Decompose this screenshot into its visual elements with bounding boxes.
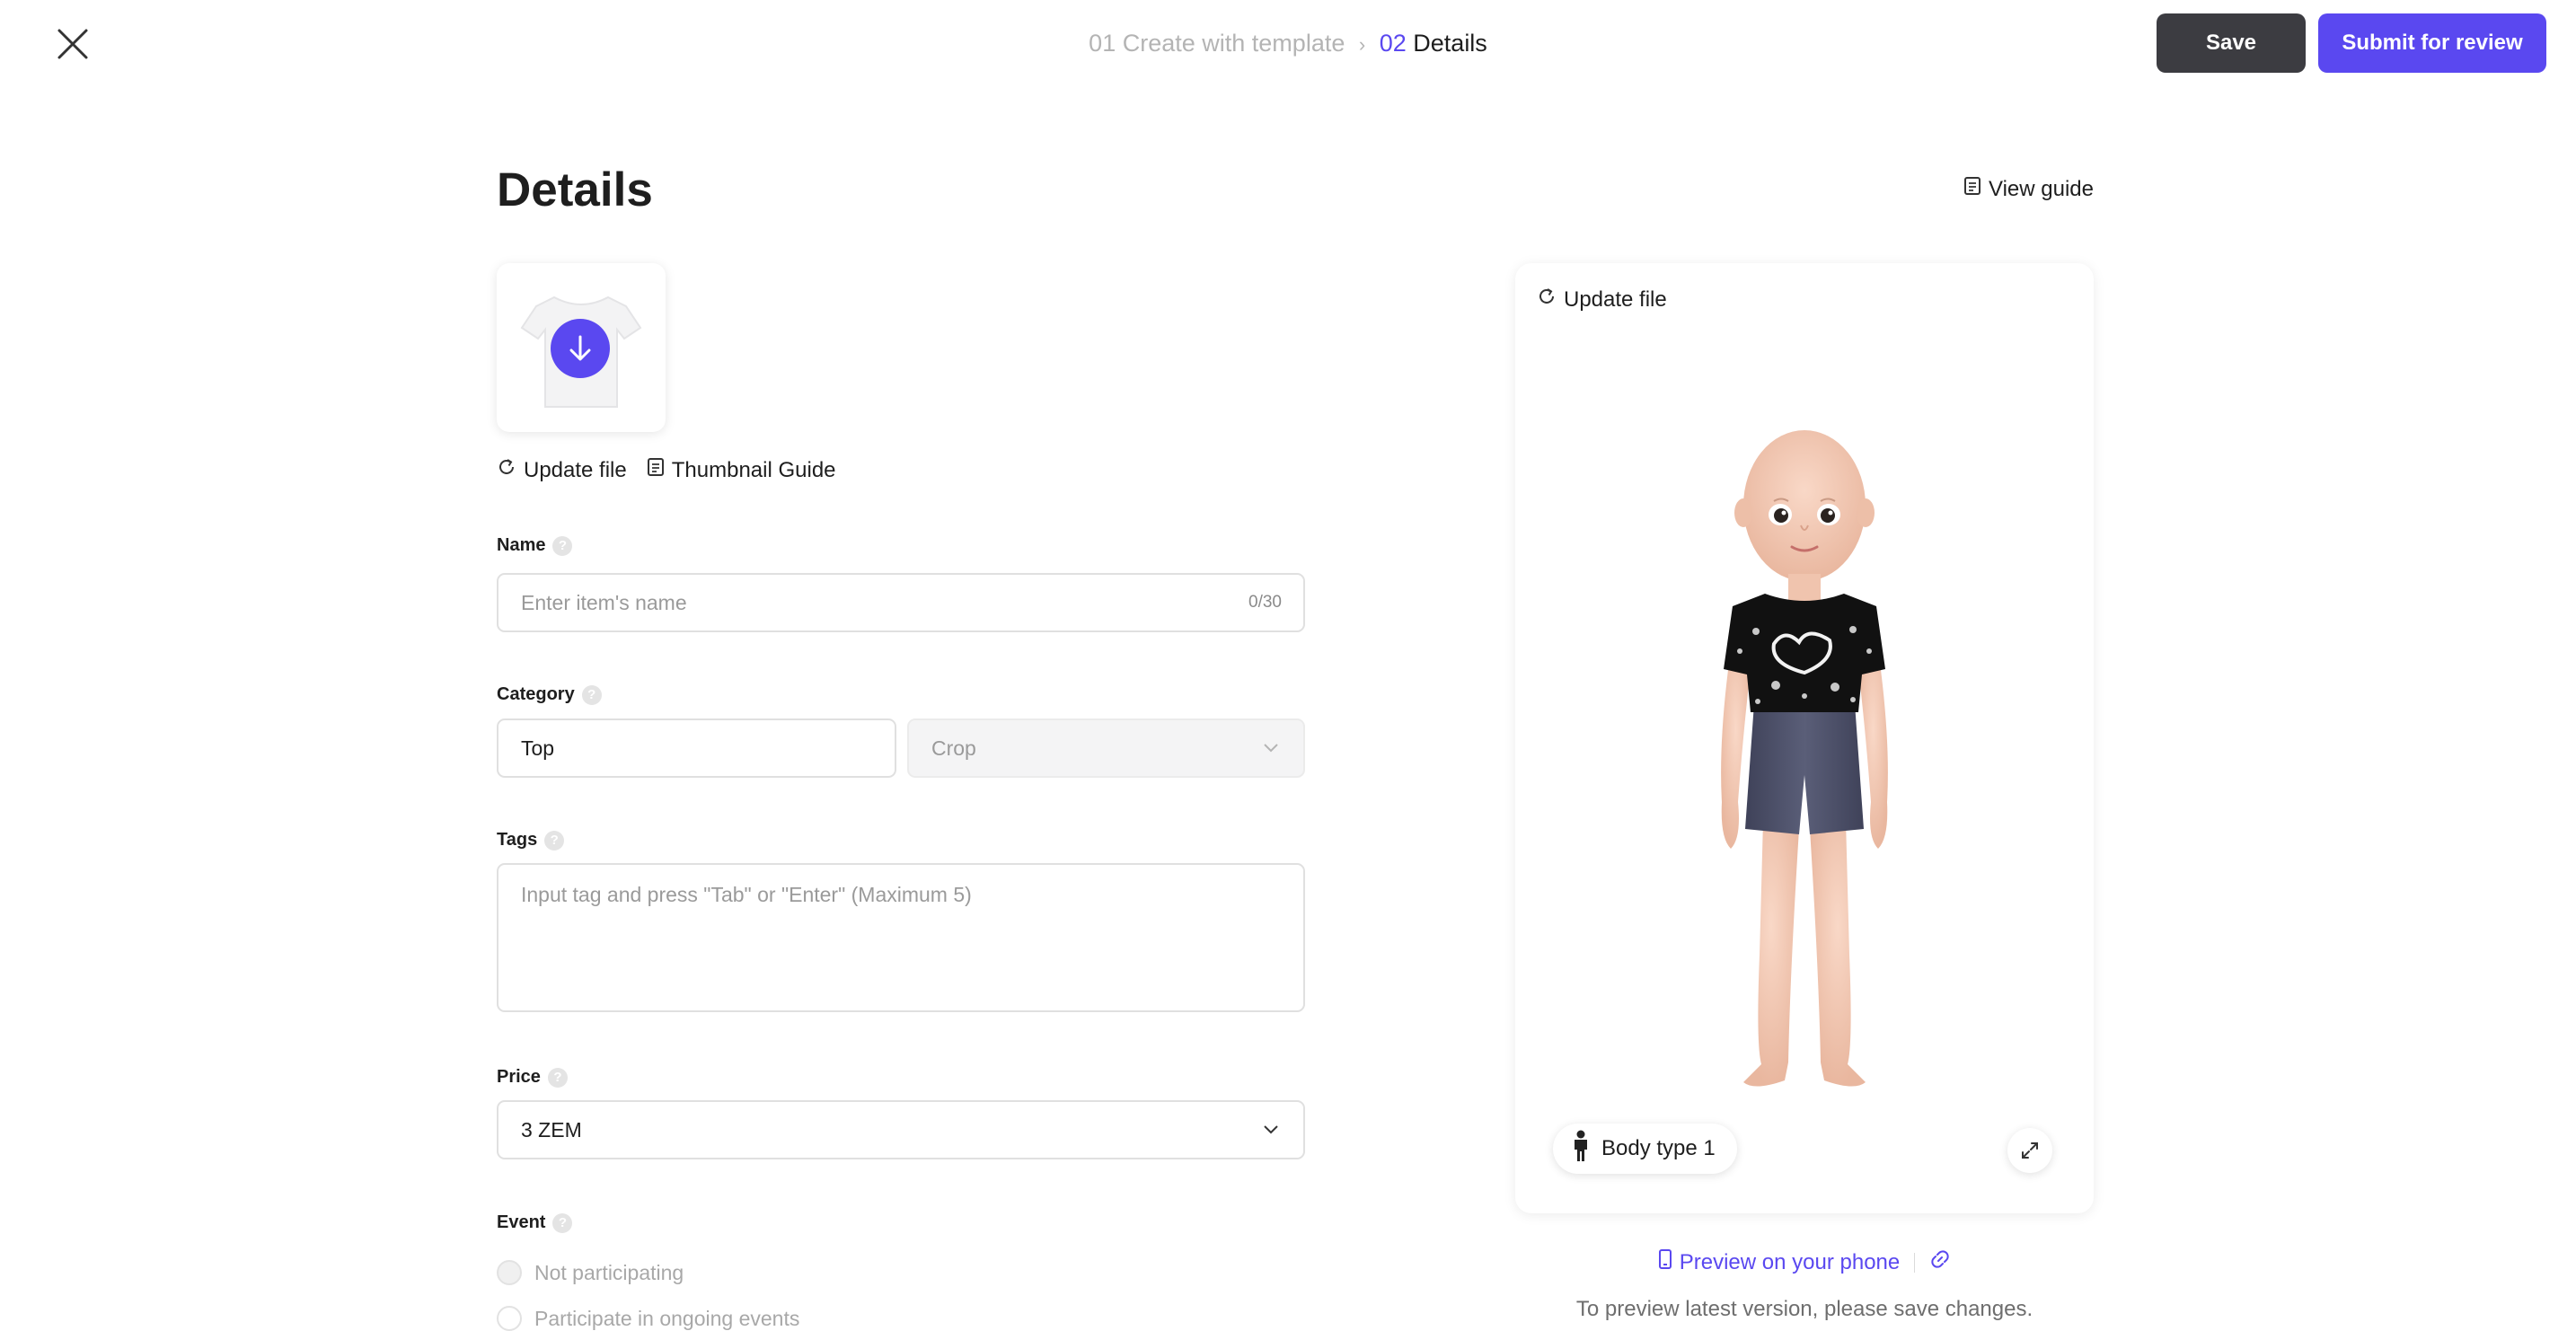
event-option-not-participating[interactable]: Not participating bbox=[497, 1260, 684, 1285]
submit-for-review-button[interactable]: Submit for review bbox=[2318, 13, 2546, 73]
subcategory-value: Crop bbox=[931, 736, 976, 760]
divider bbox=[1914, 1252, 1916, 1273]
step-2-number: 02 bbox=[1379, 30, 1407, 57]
save-button[interactable]: Save bbox=[2157, 13, 2306, 73]
name-placeholder: Enter item's name bbox=[521, 590, 687, 614]
subcategory-select: Crop bbox=[907, 718, 1305, 778]
event-label-text: Event bbox=[497, 1212, 546, 1232]
phone-icon bbox=[1658, 1248, 1672, 1276]
preview-on-phone-link[interactable]: Preview on your phone bbox=[1658, 1248, 1900, 1276]
chevron-down-icon bbox=[1264, 1125, 1278, 1134]
tags-label-text: Tags bbox=[497, 830, 538, 850]
radio-button[interactable] bbox=[497, 1260, 522, 1285]
event-option-label: Not participating bbox=[534, 1260, 684, 1284]
page-title: Details bbox=[497, 163, 653, 216]
event-option-label: Participate in ongoing events bbox=[534, 1306, 800, 1330]
help-icon[interactable]: ? bbox=[547, 1067, 568, 1088]
view-guide-label: View guide bbox=[1989, 176, 2094, 201]
update-file-label: Update file bbox=[1564, 286, 1667, 312]
name-label: Name ? bbox=[497, 535, 573, 556]
tags-label: Tags ? bbox=[497, 830, 565, 851]
tags-input[interactable]: Input tag and press "Tab" or "Enter" (Ma… bbox=[497, 863, 1305, 1012]
preview-on-phone-row: Preview on your phone bbox=[1515, 1248, 2094, 1276]
save-changes-note: To preview latest version, please save c… bbox=[1575, 1297, 2033, 1321]
step-1-number: 01 bbox=[1089, 30, 1116, 57]
step-1-label[interactable]: Create with template bbox=[1123, 30, 1345, 57]
person-icon bbox=[1571, 1130, 1591, 1168]
category-label: Category ? bbox=[497, 684, 602, 705]
update-file-label: Update file bbox=[524, 457, 627, 482]
document-icon bbox=[1963, 176, 1981, 202]
help-icon[interactable]: ? bbox=[544, 830, 565, 851]
price-label-text: Price bbox=[497, 1067, 541, 1087]
step-2-label: Details bbox=[1413, 30, 1487, 57]
body-type-label: Body type 1 bbox=[1601, 1136, 1716, 1160]
category-select[interactable]: Top bbox=[497, 718, 896, 778]
body-type-selector[interactable]: Body type 1 bbox=[1553, 1124, 1737, 1174]
expand-icon[interactable] bbox=[2007, 1128, 2052, 1173]
chevron-right-icon: › bbox=[1358, 33, 1366, 56]
refresh-icon bbox=[1537, 286, 1557, 313]
price-label: Price ? bbox=[497, 1067, 568, 1088]
name-char-counter: 0/30 bbox=[1248, 593, 1282, 612]
link-icon[interactable] bbox=[1929, 1248, 1951, 1276]
tags-placeholder: Input tag and press "Tab" or "Enter" (Ma… bbox=[521, 883, 972, 906]
refresh-icon bbox=[497, 457, 516, 483]
name-input[interactable]: Enter item's name 0/30 bbox=[497, 573, 1305, 632]
event-option-participate[interactable]: Participate in ongoing events bbox=[497, 1306, 799, 1331]
category-value: Top bbox=[521, 736, 555, 760]
update-file-link[interactable]: Update file bbox=[1537, 286, 1667, 313]
price-value: 3 ZEM bbox=[521, 1117, 582, 1141]
thumbnail-actions: Update file Thumbnail Guide bbox=[497, 457, 836, 483]
avatar-3d-model[interactable] bbox=[1650, 416, 1959, 1107]
update-file-link[interactable]: Update file bbox=[497, 457, 627, 483]
avatar-preview-panel: Update file Body type 1 bbox=[1515, 263, 2094, 1213]
preview-on-phone-label: Preview on your phone bbox=[1679, 1249, 1901, 1274]
thumbnail-guide-link[interactable]: Thumbnail Guide bbox=[647, 457, 836, 483]
chevron-down-icon bbox=[1264, 744, 1278, 753]
event-label: Event ? bbox=[497, 1212, 573, 1233]
document-icon bbox=[647, 457, 665, 483]
download-icon[interactable] bbox=[551, 319, 610, 378]
radio-button[interactable] bbox=[497, 1306, 522, 1331]
view-guide-link[interactable]: View guide bbox=[1963, 176, 2094, 202]
help-icon[interactable]: ? bbox=[552, 1212, 573, 1233]
thumbnail-guide-label: Thumbnail Guide bbox=[671, 457, 836, 482]
name-label-text: Name bbox=[497, 535, 546, 555]
help-icon[interactable]: ? bbox=[581, 684, 602, 705]
thumbnail-card[interactable] bbox=[497, 263, 666, 432]
category-label-text: Category bbox=[497, 684, 575, 704]
price-select[interactable]: 3 ZEM bbox=[497, 1100, 1305, 1159]
help-icon[interactable]: ? bbox=[552, 535, 573, 556]
